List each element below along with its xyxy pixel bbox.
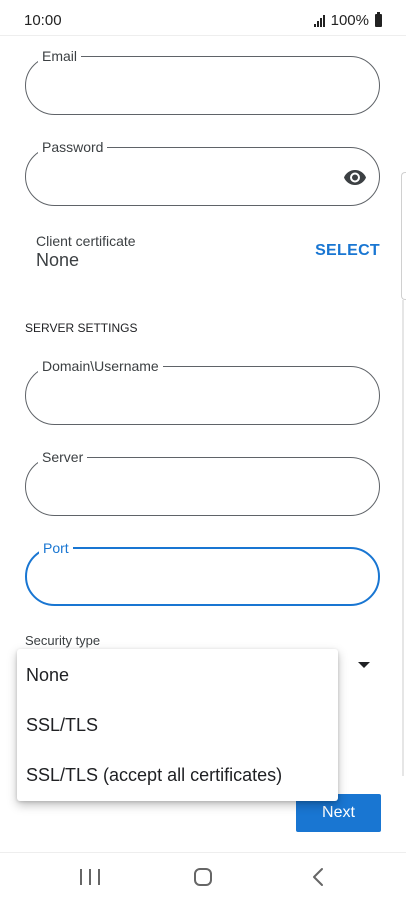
password-field[interactable]: Password	[25, 138, 380, 206]
port-field[interactable]: Port	[25, 539, 380, 606]
account-setup-screen: 10:00 100% Email Password Client certifi…	[0, 0, 406, 902]
status-time: 10:00	[24, 12, 62, 29]
client-certificate-label: Client certificate	[36, 233, 136, 249]
scrollbar-track	[402, 300, 404, 776]
port-label: Port	[39, 539, 73, 557]
security-type-menu: None SSL/TLS SSL/TLS (accept all certifi…	[17, 649, 338, 801]
security-option-ssl-tls[interactable]: SSL/TLS	[17, 700, 338, 750]
email-label: Email	[38, 47, 82, 65]
security-type-label: Security type	[25, 633, 101, 648]
domain-username-field[interactable]: Domain\Username	[25, 357, 380, 425]
signal-icon	[313, 14, 325, 27]
server-label: Server	[38, 448, 88, 466]
recents-icon[interactable]	[80, 869, 100, 887]
security-option-ssl-tls-accept-all[interactable]: SSL/TLS (accept all certificates)	[17, 750, 338, 800]
status-indicators: 100%	[313, 12, 382, 29]
status-bar: 10:00 100%	[0, 0, 406, 36]
select-certificate-button[interactable]: SELECT	[315, 242, 380, 260]
email-field[interactable]: Email	[25, 47, 380, 115]
domain-username-label: Domain\Username	[38, 357, 163, 375]
client-certificate-value: None	[36, 250, 80, 270]
scrollbar-thumb[interactable]	[401, 172, 406, 300]
navigation-bar	[0, 852, 406, 902]
eye-icon[interactable]	[343, 165, 367, 189]
back-icon[interactable]	[309, 866, 329, 888]
battery-percent: 100%	[330, 12, 369, 29]
battery-icon	[375, 12, 382, 27]
home-icon[interactable]	[194, 868, 212, 886]
server-field[interactable]: Server	[25, 448, 380, 516]
server-settings-header: SERVER SETTINGS	[25, 321, 138, 335]
dropdown-arrow-icon[interactable]	[358, 662, 370, 668]
security-option-none[interactable]: None	[17, 650, 338, 700]
password-label: Password	[38, 138, 108, 156]
